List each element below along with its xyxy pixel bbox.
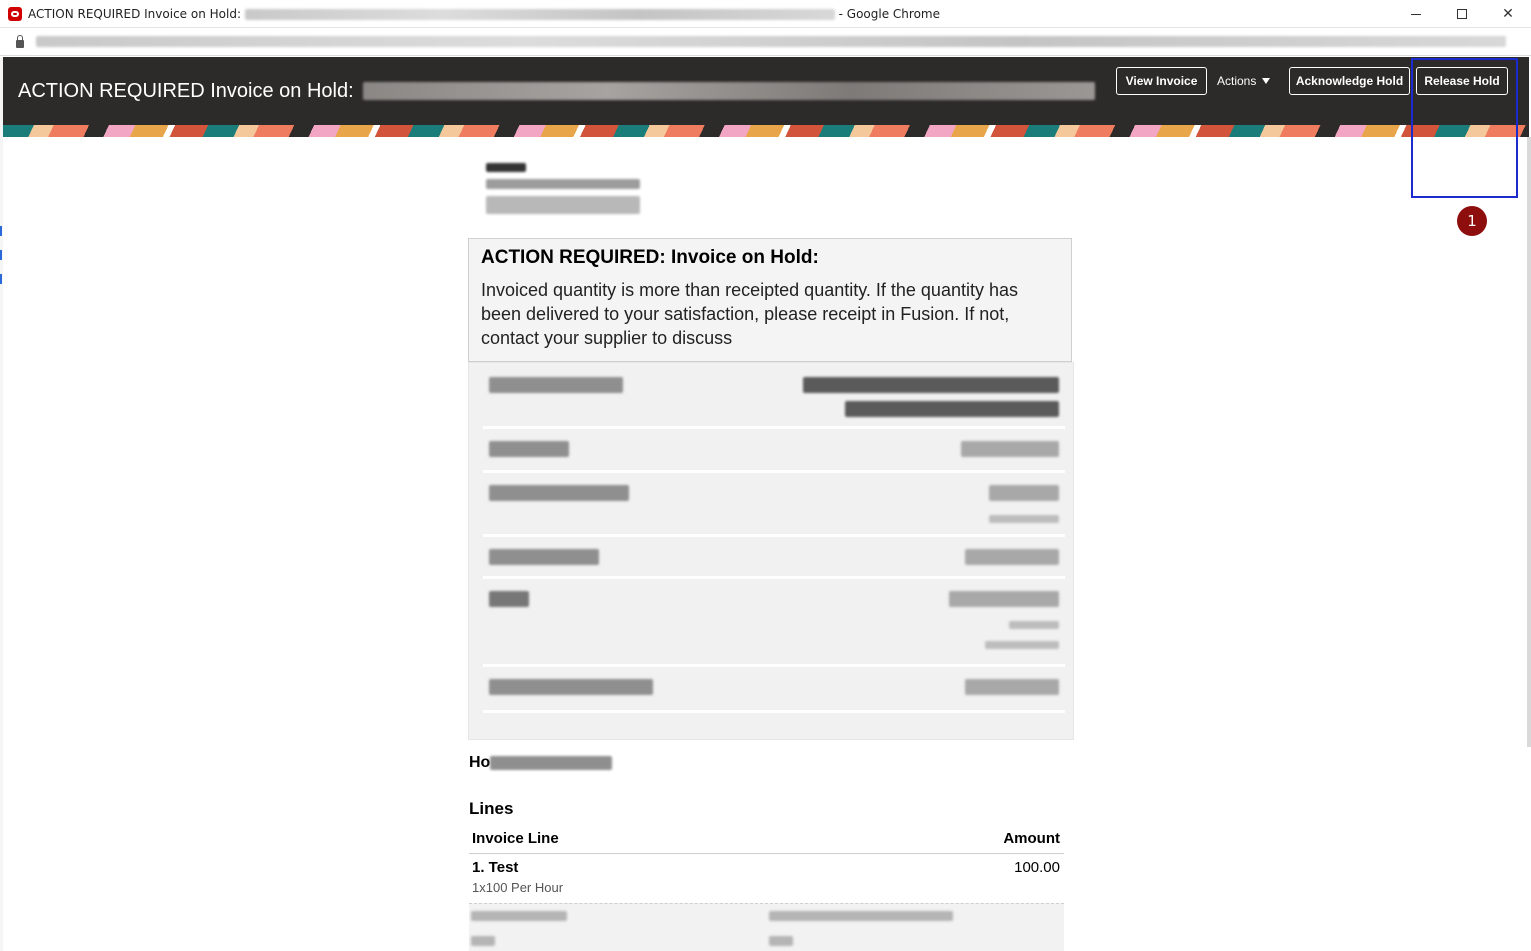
maximize-button[interactable] (1439, 0, 1485, 28)
detail-value-redacted (989, 485, 1059, 501)
detail-value-redacted (845, 401, 1059, 417)
left-edge (0, 57, 3, 951)
detail-row-invoice (483, 431, 1065, 473)
lines-table: Invoice Line Amount 1. Test 1x100 Per Ho… (469, 827, 1064, 895)
detail-label-redacted (489, 549, 599, 565)
browser-title-bar: ACTION REQUIRED Invoice on Hold: - Googl… (0, 0, 1531, 28)
close-icon: ✕ (1502, 6, 1514, 22)
left-edge-marker (0, 226, 2, 236)
detail-value-redacted (1009, 621, 1059, 629)
subdetail-label-redacted (471, 936, 495, 946)
page-title-redacted (363, 82, 1096, 101)
page-title-text: ACTION REQUIRED Invoice on Hold: (18, 79, 354, 102)
subdetail-value-redacted (769, 936, 793, 946)
subdetail-value-redacted (769, 911, 953, 921)
hold-heading-visible: Ho (469, 754, 491, 771)
window-title-redacted (244, 8, 835, 20)
page-scrollbar[interactable] (1527, 137, 1531, 747)
hold-line-details-heading: Ho (469, 754, 613, 772)
detail-label-redacted (489, 679, 653, 695)
column-amount: Amount (1003, 830, 1060, 847)
detail-row-amount (483, 475, 1065, 537)
maximize-icon (1457, 9, 1467, 19)
detail-label-redacted (489, 591, 529, 607)
window-controls: ✕ (1393, 0, 1531, 28)
page-title: ACTION REQUIRED Invoice on Hold: (18, 79, 1096, 103)
minimize-button[interactable] (1393, 0, 1439, 28)
detail-row-payment-due (483, 669, 1065, 713)
oracle-app-icon (8, 6, 22, 21)
detail-row-supplier (483, 369, 1065, 429)
detail-label-redacted (489, 377, 623, 393)
window-title-suffix: - Google Chrome (838, 6, 940, 21)
detail-value-redacted (961, 441, 1059, 457)
detail-value-redacted (965, 679, 1059, 695)
notice-title: ACTION REQUIRED: Invoice on Hold: (481, 247, 819, 268)
line-name: 1. Test (472, 859, 519, 876)
window-title: ACTION REQUIRED Invoice on Hold: - Googl… (28, 7, 940, 21)
actions-label: Actions (1217, 74, 1257, 88)
notice-body: Invoiced quantity is more than receipted… (481, 280, 1018, 348)
line-detail: 1x100 Per Hour (472, 880, 564, 895)
detail-value-redacted (949, 591, 1059, 607)
column-invoice-line: Invoice Line (472, 830, 559, 847)
hold-notice-card: ACTION REQUIRED: Invoice on Hold: Invoic… (468, 238, 1072, 362)
url-redacted[interactable] (36, 36, 1506, 47)
detail-label-redacted (489, 485, 629, 501)
decorative-banner (3, 125, 1529, 137)
detail-row-invoice-date (483, 539, 1065, 579)
table-row: 1. Test 1x100 Per Hour 100.00 (469, 854, 1064, 895)
sender-logo-block (486, 163, 640, 214)
view-invoice-button[interactable]: View Invoice (1116, 67, 1207, 95)
line-amount: 100.00 (1014, 859, 1060, 876)
actions-menu[interactable]: Actions (1217, 67, 1271, 95)
left-edge-marker (0, 274, 2, 284)
lines-table-header: Invoice Line Amount (469, 827, 1064, 854)
left-edge-marker (0, 250, 2, 260)
sender-address-redacted (486, 196, 640, 214)
subdetail-label-redacted (471, 911, 567, 921)
detail-value-redacted (985, 641, 1059, 649)
close-window-button[interactable]: ✕ (1485, 0, 1531, 28)
app-header: ACTION REQUIRED Invoice on Hold: View In… (3, 57, 1529, 125)
lines-title: Lines (469, 799, 514, 818)
annotation-highlight-box (1411, 58, 1518, 198)
line-subdetails (469, 903, 1064, 951)
sender-name-redacted (486, 179, 640, 189)
minimize-icon (1411, 13, 1421, 15)
address-bar[interactable] (0, 28, 1531, 56)
detail-value-redacted (965, 549, 1059, 565)
detail-label-redacted (489, 441, 569, 457)
window-title-prefix: ACTION REQUIRED Invoice on Hold: (28, 6, 241, 21)
acknowledge-hold-button[interactable]: Acknowledge Hold (1289, 67, 1410, 95)
detail-value-redacted (803, 377, 1059, 393)
logo-redacted (486, 163, 526, 172)
annotation-badge: 1 (1457, 206, 1487, 236)
detail-row-po (483, 581, 1065, 667)
lock-icon (16, 34, 24, 48)
chevron-down-icon (1262, 78, 1271, 84)
hold-heading-redacted (490, 755, 613, 770)
detail-value-redacted (989, 515, 1059, 523)
invoice-details-panel (468, 362, 1074, 740)
